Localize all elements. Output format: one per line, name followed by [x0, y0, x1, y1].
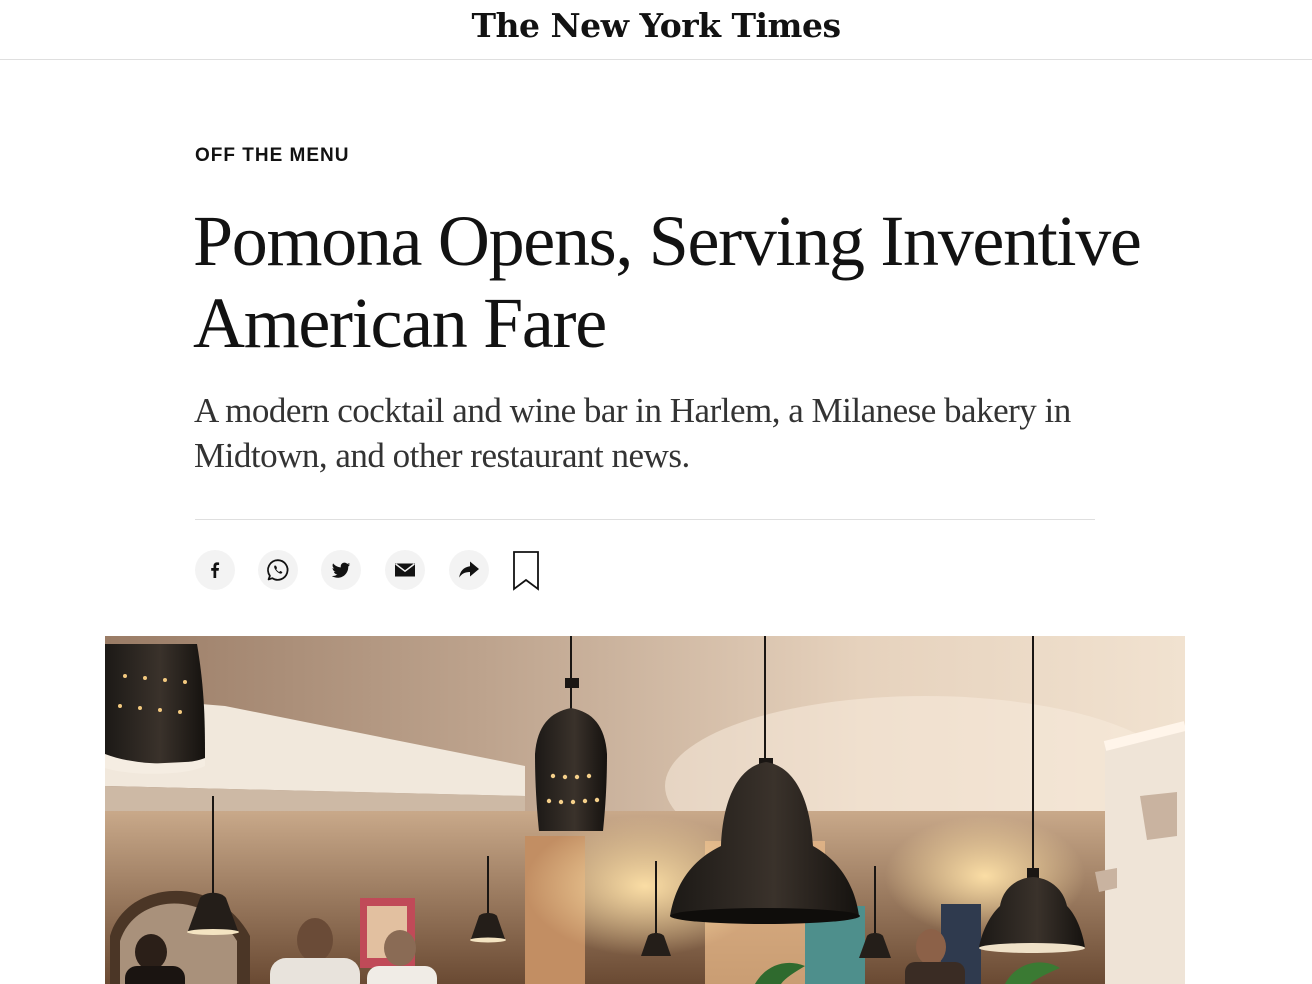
whatsapp-icon	[267, 559, 289, 581]
whatsapp-share-button[interactable]	[258, 550, 298, 590]
email-share-button[interactable]	[385, 550, 425, 590]
twitter-icon	[331, 562, 351, 578]
article-headline: Pomona Opens, Serving Inventive American…	[193, 201, 1142, 363]
email-icon	[395, 563, 415, 577]
share-arrow-icon	[459, 561, 479, 578]
save-bookmark-button[interactable]	[512, 551, 540, 591]
header-divider	[195, 519, 1095, 520]
masthead: The New York Times	[0, 0, 1312, 60]
more-share-button[interactable]	[449, 550, 489, 590]
facebook-icon	[211, 562, 220, 578]
facebook-share-button[interactable]	[195, 550, 235, 590]
lead-image	[105, 636, 1185, 984]
bookmark-icon	[513, 551, 539, 591]
section-kicker[interactable]: OFF THE MENU	[195, 145, 350, 167]
nyt-logo[interactable]: The New York Times	[0, 6, 1312, 45]
article-summary: A modern cocktail and wine bar in Harlem…	[194, 391, 1071, 475]
twitter-share-button[interactable]	[321, 550, 361, 590]
